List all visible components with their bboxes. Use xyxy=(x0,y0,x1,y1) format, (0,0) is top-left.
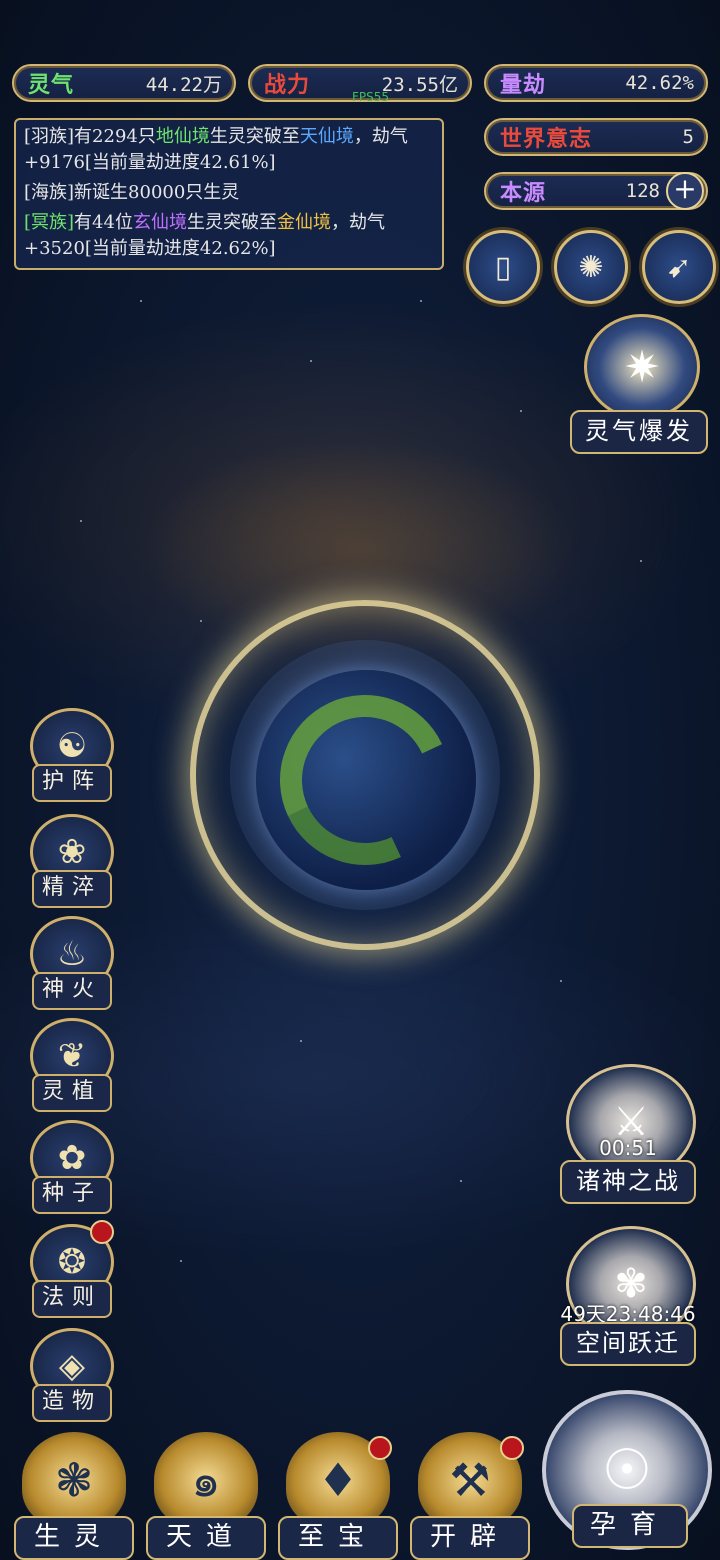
scroll-icon[interactable]: ➹ xyxy=(642,230,716,304)
bottom-button-shengling[interactable]: ❃ 生灵 xyxy=(14,1432,134,1560)
burst-button[interactable]: ✷ 灵气爆发 xyxy=(570,314,708,454)
phoenix-icon: ❃ xyxy=(22,1432,126,1528)
side-button-jingcui[interactable]: ❀ 精淬 xyxy=(26,814,114,908)
war-label: 诸神之战 xyxy=(560,1160,696,1204)
liangjie-value: 42.62% xyxy=(625,72,694,94)
star xyxy=(420,300,422,302)
side-button-label: 法则 xyxy=(32,1280,112,1318)
lingqi-value: 44.22万 xyxy=(145,73,222,96)
side-button-label: 造物 xyxy=(32,1384,112,1422)
war-timer: 00:51 xyxy=(599,1136,657,1160)
cloud-swirl-icon: ๑ xyxy=(154,1432,258,1528)
realm-text: 金仙境 xyxy=(276,212,331,233)
side-button-zhongzi[interactable]: ✿ 种子 xyxy=(26,1120,114,1214)
side-button-huzhen[interactable]: ☯ 护阵 xyxy=(26,708,114,802)
side-button-zaowu[interactable]: ◈ 造物 xyxy=(26,1328,114,1422)
log-text: 有44位 xyxy=(74,212,133,233)
log-entry: [海族]新诞生80000只生灵 xyxy=(24,180,434,206)
log-entry: [羽族]有2294只地仙境生灵突破至天仙境，劫气+9176[当前量劫进度42.6… xyxy=(24,124,434,176)
bottom-button-label: 天道 xyxy=(146,1516,266,1560)
star xyxy=(560,980,562,982)
side-button-label: 种子 xyxy=(32,1176,112,1214)
nurture-button[interactable]: ☉ 孕育 xyxy=(542,1390,716,1556)
bottom-button-kaipi[interactable]: ⚒ 开辟 xyxy=(410,1432,530,1560)
notification-dot xyxy=(90,1220,114,1244)
world-will-stat[interactable]: 世界意志 5 xyxy=(484,118,708,156)
side-button-label: 精淬 xyxy=(32,870,112,908)
plus-icon[interactable]: + xyxy=(666,172,704,210)
star xyxy=(460,1180,462,1182)
side-button-shenhuo[interactable]: ♨ 神火 xyxy=(26,916,114,1010)
world-will-value: 5 xyxy=(682,126,694,148)
world-will-label: 世界意志 xyxy=(500,126,593,152)
benyuan-stat: 本源 128 + xyxy=(484,172,708,210)
bottom-button-label: 生灵 xyxy=(14,1516,134,1560)
lingqi-label: 灵气 xyxy=(28,72,75,98)
war-of-gods-button[interactable]: ⚔ 00:51 诸神之战 xyxy=(560,1064,696,1204)
zhanli-label: 战力 xyxy=(264,72,311,98)
event-log: [羽族]有2294只地仙境生灵突破至天仙境，劫气+9176[当前量劫进度42.6… xyxy=(14,118,444,270)
side-button-label: 灵植 xyxy=(32,1074,112,1112)
card-icon[interactable]: ▯ xyxy=(466,230,540,304)
zhanli-value: 23.55亿 xyxy=(381,73,458,96)
vortex-icon[interactable]: ✺ xyxy=(554,230,628,304)
benyuan-value: 128 xyxy=(625,180,660,202)
bottom-button-label: 至宝 xyxy=(278,1516,398,1560)
side-button-lingzhi[interactable]: ❦ 灵植 xyxy=(26,1018,114,1112)
clan-text: [冥族] xyxy=(24,212,75,233)
notification-dot xyxy=(368,1436,392,1460)
bottom-button-label: 开辟 xyxy=(410,1516,530,1560)
leap-label: 空间跃迁 xyxy=(560,1322,696,1366)
log-text: 生灵突破至 xyxy=(209,126,300,147)
bottom-button-zhibao[interactable]: ♦ 至宝 xyxy=(278,1432,398,1560)
star xyxy=(140,300,142,302)
log-text: 生灵突破至 xyxy=(186,212,277,233)
fps-counter: FPS55 xyxy=(352,90,390,104)
log-text: [海族]新诞生80000只生灵 xyxy=(24,182,240,203)
star xyxy=(300,1040,302,1042)
liangjie-stat: 量劫 42.62% xyxy=(484,64,708,102)
log-entry: [冥族]有44位玄仙境生灵突破至金仙境，劫气+3520[当前量劫进度42.62%… xyxy=(24,210,434,262)
side-button-faze[interactable]: ❂ 法则 xyxy=(26,1220,114,1318)
star xyxy=(520,410,522,412)
realm-text: 地仙境 xyxy=(155,126,210,147)
notification-dot xyxy=(500,1436,524,1460)
side-button-label: 神火 xyxy=(32,972,112,1010)
world-planet[interactable] xyxy=(190,600,540,950)
spiked-wheel-icon: ✷ xyxy=(584,314,700,420)
realm-text: 玄仙境 xyxy=(132,212,187,233)
realm-text: 天仙境 xyxy=(299,126,354,147)
bottom-button-tiandao[interactable]: ๑ 天道 xyxy=(146,1432,266,1560)
star xyxy=(640,560,642,562)
lingqi-stat: 灵气 44.22万 xyxy=(12,64,236,102)
side-button-label: 护阵 xyxy=(32,764,112,802)
star xyxy=(180,1260,182,1262)
log-text: [羽族]有2294只 xyxy=(24,126,156,147)
space-leap-button[interactable]: ✾ 49天23:48:46 空间跃迁 xyxy=(560,1226,696,1366)
star xyxy=(80,520,82,522)
nurture-label: 孕育 xyxy=(572,1504,688,1548)
star xyxy=(310,360,312,362)
liangjie-label: 量劫 xyxy=(500,72,547,98)
burst-label: 灵气爆发 xyxy=(570,410,708,454)
benyuan-label: 本源 xyxy=(500,180,547,206)
